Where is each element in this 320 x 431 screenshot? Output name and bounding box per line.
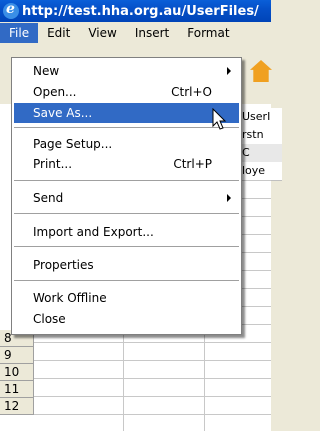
window-title: http://test.hha.org.au/UserFiles/ <box>22 3 259 19</box>
menu-item-open[interactable]: Open... Ctrl+O <box>14 82 239 102</box>
menu-bar: File Edit View Insert Format <box>0 22 271 44</box>
menu-item-label: New <box>33 64 60 78</box>
submenu-arrow-icon <box>227 194 231 202</box>
menu-separator <box>14 280 239 281</box>
cell-peek[interactable]: loye <box>240 162 282 181</box>
menu-item-label: Close <box>33 312 66 326</box>
menu-item-label: Send <box>33 191 64 205</box>
menu-shortcut: Ctrl+P <box>173 157 212 171</box>
menu-item-page-setup[interactable]: Page Setup... <box>14 134 239 154</box>
row-header[interactable]: 12 <box>0 398 34 415</box>
cell-peek[interactable]: UserI <box>240 108 282 127</box>
internet-explorer-icon <box>3 1 19 19</box>
grid-line <box>34 396 271 397</box>
menu-edit[interactable]: Edit <box>38 23 79 43</box>
menu-file[interactable]: File <box>0 23 39 43</box>
cell-peek[interactable]: C <box>240 144 282 163</box>
grid-line <box>34 414 271 415</box>
grid-line <box>34 360 271 361</box>
row-header[interactable]: 11 <box>0 381 34 398</box>
menu-item-label: Page Setup... <box>33 137 113 151</box>
menu-shortcut: Ctrl+O <box>171 85 212 99</box>
menu-item-label: Import and Export... <box>33 225 154 239</box>
menu-item-work-offline[interactable]: Work Offline <box>14 288 239 308</box>
submenu-arrow-icon <box>227 67 231 75</box>
menu-item-new[interactable]: New <box>14 61 239 81</box>
menu-separator <box>14 246 239 247</box>
menu-item-save-as[interactable]: Save As... <box>14 103 239 123</box>
menu-view[interactable]: View <box>79 23 125 43</box>
menu-separator <box>14 180 239 181</box>
row-header[interactable]: 10 <box>0 364 34 381</box>
menu-insert[interactable]: Insert <box>126 23 178 43</box>
menu-item-print[interactable]: Print... Ctrl+P <box>14 154 239 174</box>
menu-item-label: Print... <box>33 157 73 171</box>
menu-separator <box>14 213 239 214</box>
grid-line <box>34 342 271 343</box>
menu-item-label: Work Offline <box>33 291 107 305</box>
menu-item-properties[interactable]: Properties <box>14 255 239 275</box>
window-title-bar: http://test.hha.org.au/UserFiles/ <box>0 0 271 22</box>
grid-line <box>34 378 271 379</box>
menu-item-label: Save As... <box>33 106 93 120</box>
menu-item-label: Properties <box>33 258 94 272</box>
menu-item-label: Open... <box>33 85 77 99</box>
menu-item-import-export[interactable]: Import and Export... <box>14 222 239 242</box>
mouse-pointer-icon <box>212 108 227 130</box>
file-menu-dropdown: New Open... Ctrl+O Save As... Page Setup… <box>11 57 242 335</box>
menu-format[interactable]: Format <box>178 23 238 43</box>
menu-separator <box>14 127 239 128</box>
menu-item-send[interactable]: Send <box>14 188 239 208</box>
cell-peek[interactable]: rstn <box>240 126 282 145</box>
row-header[interactable]: 9 <box>0 347 34 364</box>
menu-item-close[interactable]: Close <box>14 309 239 329</box>
